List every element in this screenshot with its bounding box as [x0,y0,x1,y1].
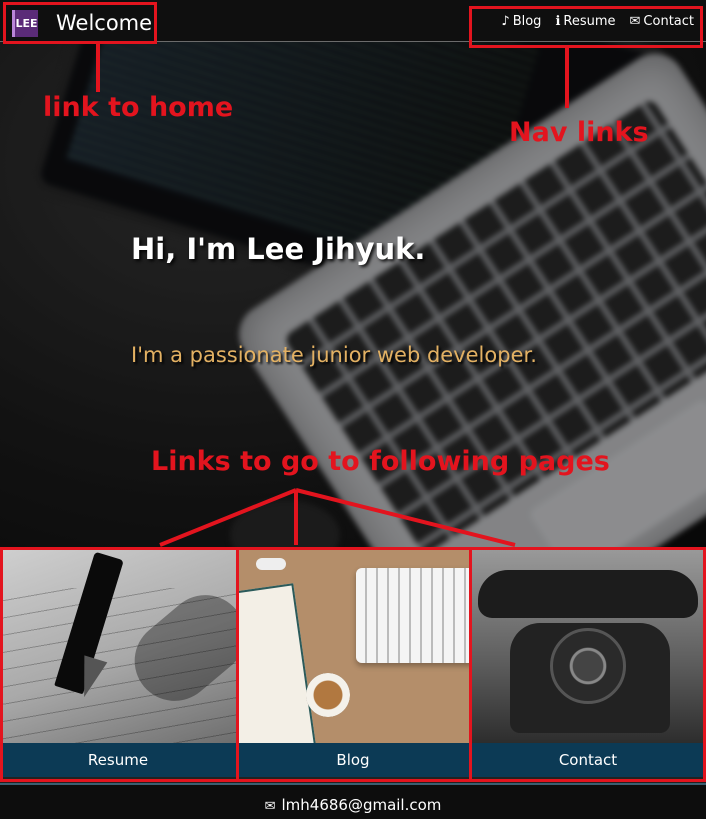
home-link-highlight [3,2,157,44]
site-footer: ✉ lmh4686@gmail.com [0,783,706,819]
contact-card-highlight [469,547,706,782]
nav-links-highlight [469,6,703,48]
envelope-icon: ✉ [264,799,276,814]
blog-card-highlight [236,547,472,782]
footer-email-link[interactable]: ✉ lmh4686@gmail.com [0,796,706,814]
annotation-links-to-pages: Links to go to following pages [151,446,610,477]
annotation-link-to-home: link to home [43,92,234,123]
hero-subtitle: I'm a passionate junior web developer. [131,343,537,367]
annotation-nav-links: Nav links [509,117,649,148]
hero-title: Hi, I'm Lee Jihyuk. [131,232,426,266]
resume-card-highlight [0,547,239,782]
footer-email-text: lmh4686@gmail.com [281,796,442,814]
